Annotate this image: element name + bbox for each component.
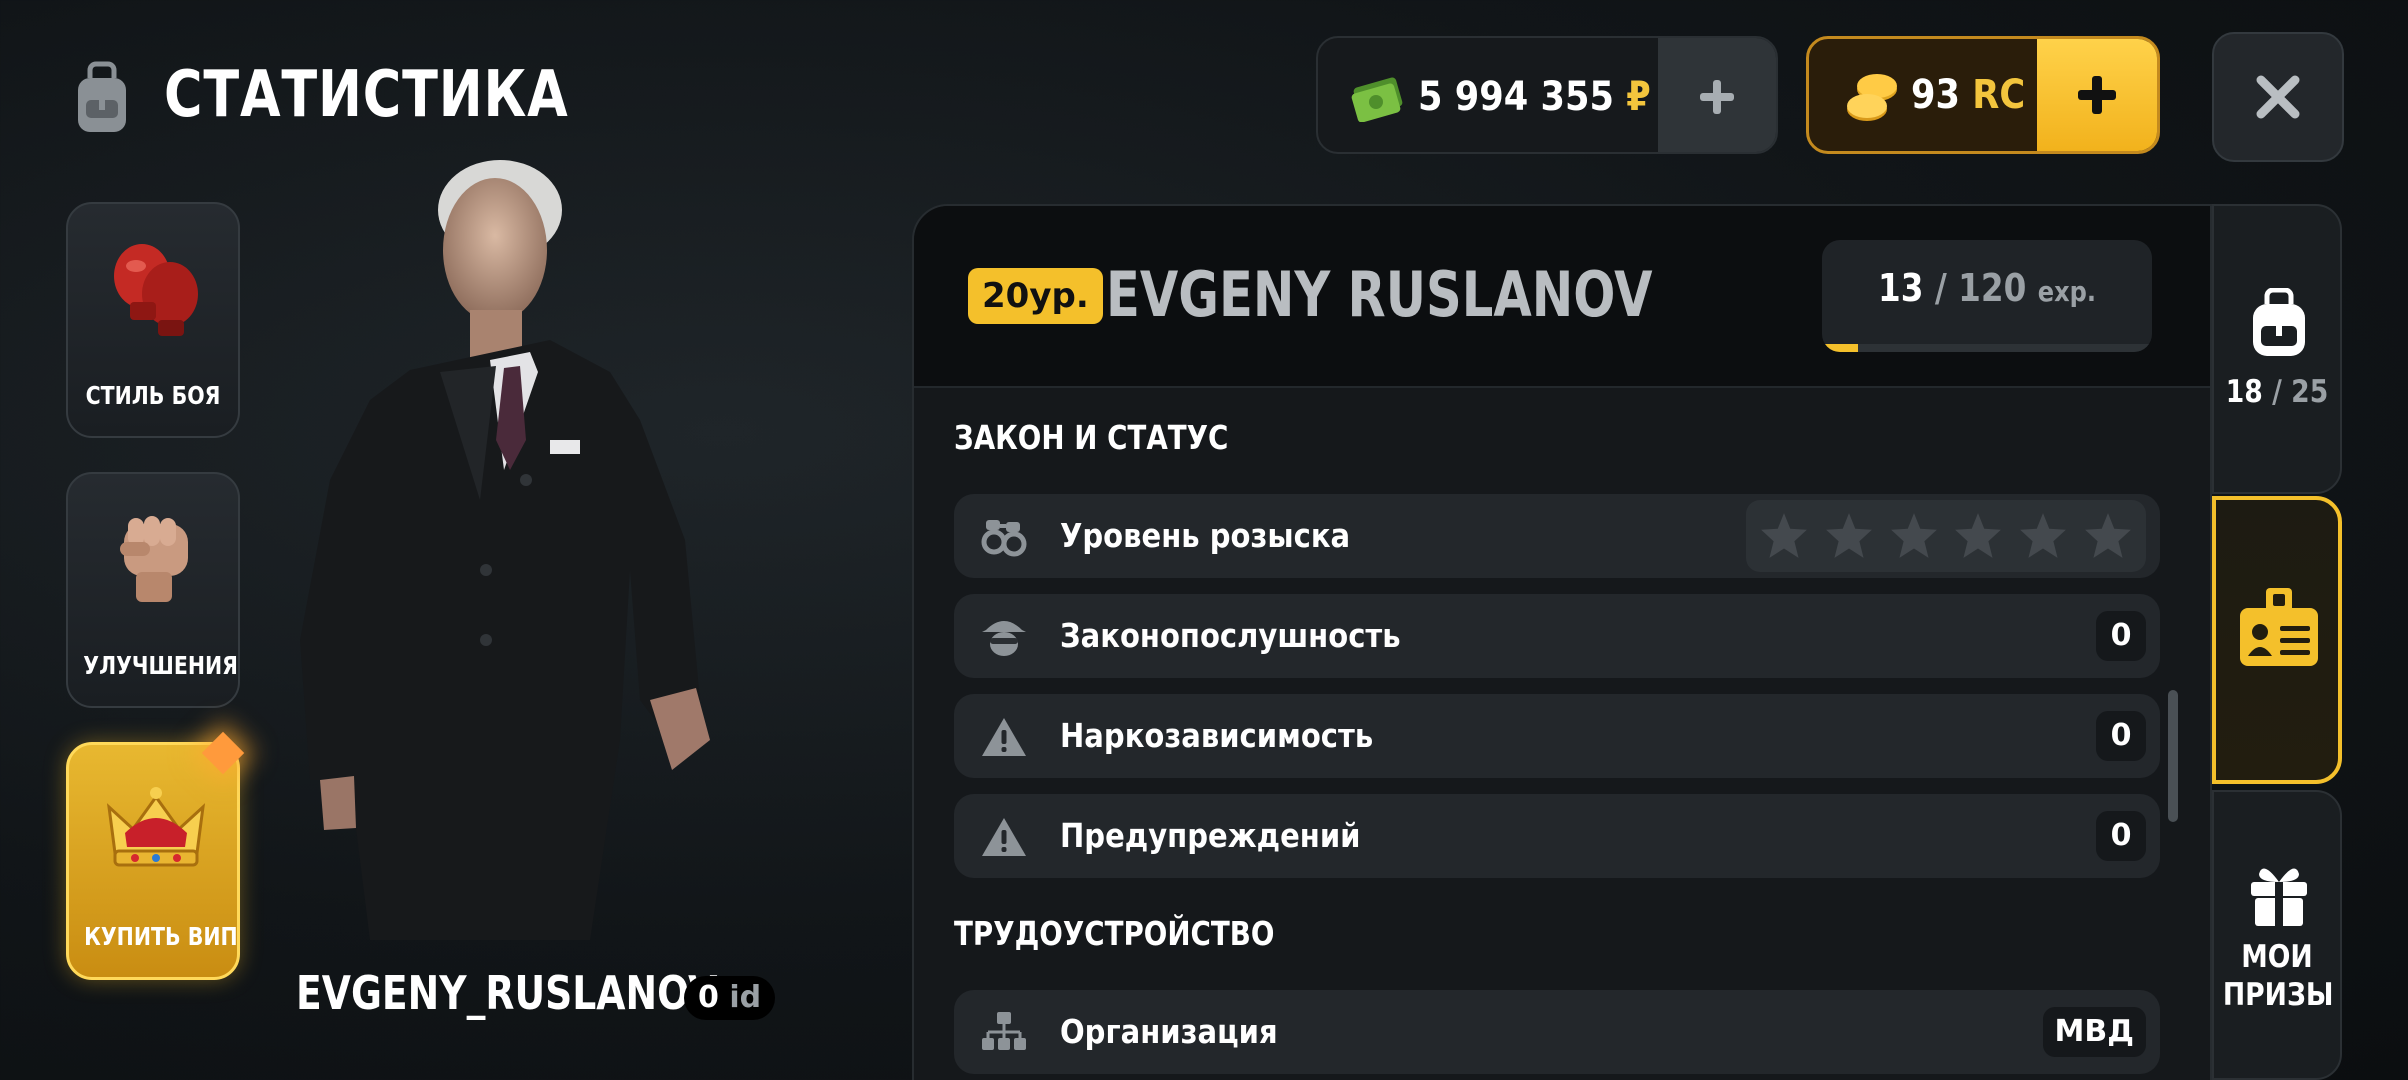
organization-value: МВД	[2042, 1007, 2146, 1057]
id-card-icon	[2236, 582, 2322, 700]
row-warnings: Предупреждений 0	[954, 794, 2160, 878]
tab-statistics[interactable]	[2212, 496, 2342, 784]
page-title: СТАТИСТИКА	[164, 58, 569, 132]
inventory-count: 18 / 25	[2225, 374, 2329, 410]
star-icon	[2084, 513, 2131, 558]
fight-style-button[interactable]: СТИЛЬ БОЯ	[66, 202, 240, 438]
experience-text: 13 / 120 exp.	[1877, 266, 2097, 310]
close-button[interactable]	[2212, 32, 2344, 162]
row-law-abidance: Законопослушность 0	[954, 594, 2160, 678]
buy-vip-button[interactable]: КУПИТЬ ВИП	[66, 742, 240, 980]
character-model	[290, 140, 790, 960]
add-money-button[interactable]	[1658, 38, 1776, 152]
star-icon	[1890, 513, 1937, 558]
experience-box: 13 / 120 exp.	[1822, 240, 2152, 352]
tab-inventory[interactable]: 18 / 25	[2212, 204, 2342, 494]
experience-progress-fill	[1822, 344, 1858, 352]
handcuffs-icon	[980, 514, 1028, 558]
close-icon	[2256, 75, 2300, 119]
scrollbar[interactable]	[2168, 690, 2178, 822]
money-value: 5 994 355 ₽	[1418, 74, 1651, 120]
crown-icon	[101, 773, 211, 883]
row-wanted-level: Уровень розыска	[954, 494, 2160, 578]
star-icon	[1826, 513, 1872, 558]
rc-balance: 93 RC	[1806, 36, 2160, 154]
section-title-law: ЗАКОН И СТАТУС	[954, 418, 1229, 457]
row-organization: Организация МВД	[954, 990, 2160, 1074]
law-abidance-value: 0	[2096, 611, 2146, 661]
fist-icon	[100, 502, 210, 612]
star-icon	[1761, 513, 1808, 558]
gold-coins-icon	[1843, 69, 1901, 127]
character-nickname: EVGENY_RUSLANOV	[296, 966, 718, 1020]
rc-value: 93 RC	[1911, 72, 2026, 118]
upgrades-button[interactable]: УЛУЧШЕНИЯ	[66, 472, 240, 708]
warning-icon	[980, 714, 1028, 758]
plus-icon	[1700, 80, 1734, 114]
profile-header: 20ур. EVGENY RUSLANOV 13 / 120 exp.	[914, 206, 2210, 388]
star-icon	[2020, 513, 2066, 558]
character-id-badge: 0 id	[684, 976, 776, 1020]
warnings-value: 0	[2096, 811, 2146, 861]
section-title-employment: ТРУДОУСТРОЙСТВО	[954, 914, 1275, 953]
org-structure-icon	[980, 1010, 1028, 1054]
tab-my-prizes[interactable]: МОИ ПРИЗЫ	[2212, 790, 2342, 1080]
star-icon	[1955, 513, 2002, 558]
ruble-sign: ₽	[1626, 74, 1651, 120]
gift-icon	[2245, 858, 2313, 928]
addiction-value: 0	[2096, 711, 2146, 761]
row-addiction: Наркозависимость 0	[954, 694, 2160, 778]
plus-icon	[2078, 76, 2116, 114]
experience-progress-track	[1822, 344, 2152, 352]
warning-icon	[980, 814, 1028, 858]
boxing-gloves-icon	[100, 232, 210, 342]
add-rc-button[interactable]	[2037, 39, 2157, 151]
level-badge: 20ур.	[968, 268, 1103, 324]
stats-panel: 20ур. EVGENY RUSLANOV 13 / 120 exp. ЗАКО…	[912, 204, 2212, 1080]
backpack-icon	[2245, 287, 2313, 358]
money-balance: 5 994 355 ₽	[1316, 36, 1778, 154]
detective-icon	[980, 614, 1028, 658]
backpack-icon	[64, 60, 140, 136]
my-prizes-label: МОИ ПРИЗЫ	[2222, 939, 2334, 1013]
player-name: EVGENY RUSLANOV	[1106, 258, 1653, 331]
wanted-stars	[1746, 500, 2146, 572]
cash-icon	[1350, 72, 1406, 123]
